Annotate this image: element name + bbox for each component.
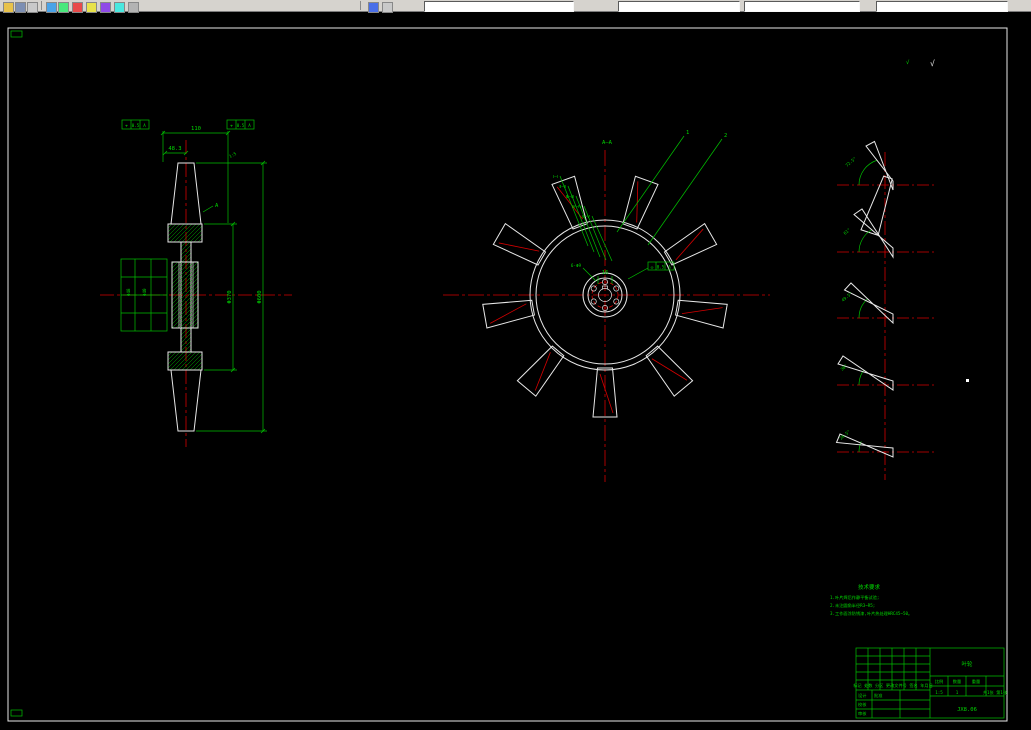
angle-label: 49.5°: [840, 291, 853, 303]
gdt-frame-left: ⌖ 0.5 A: [122, 120, 149, 129]
tech-req-note: 3.工作面涂防锈漆,叶片热处理HRC45~50。: [830, 610, 912, 617]
front-wheel-view: A—A: [443, 130, 770, 482]
dim-text: 110: [191, 126, 201, 132]
tech-req-note: 2.未注圆角半径R3~R5;: [830, 602, 875, 609]
balloon-label: 2: [724, 133, 727, 139]
revision-row-label: 标记 处数 分区 更改文件号 签名 年月日: [853, 682, 933, 689]
gdt-symbol: ◎: [651, 264, 654, 269]
gdt-value: 0.5: [657, 264, 665, 269]
dim-top-width: 48.3: [163, 146, 188, 155]
finish-check-icon: √: [930, 59, 935, 68]
top-toolbar: [0, 0, 1031, 12]
blade-detail-views: 72.5° 61° 49.5° 38° 26.5°: [837, 135, 938, 480]
section-arrow-label: A: [215, 203, 219, 209]
blade-detail-view: 49.5°: [837, 283, 937, 323]
hub-section: [172, 262, 198, 328]
blade-profile: [854, 209, 893, 257]
gdt-symbol: ⌖: [125, 123, 128, 128]
section-arrow: A: [203, 203, 219, 212]
part-name: 叶轮: [961, 660, 973, 668]
section-leader-fan: Ⅰ—Ⅰ Ⅱ—Ⅱ Ⅲ—Ⅲ Ⅳ—Ⅳ Ⅴ—Ⅴ: [553, 174, 612, 261]
layer-combo[interactable]: [424, 1, 574, 12]
angle-label: 26.5°: [838, 429, 851, 441]
technical-requirements: 技术要求 1.叶片焊后作静平衡试验; 2.未注圆角半径R3~R5; 3.工作面涂…: [830, 583, 912, 617]
drawing-number: JX8.06: [957, 707, 977, 713]
hub-dim-label: Φ40: [142, 288, 147, 296]
save-icon[interactable]: [15, 2, 26, 13]
undo-icon[interactable]: [46, 2, 57, 13]
gdt-symbol: ⌖: [230, 123, 233, 128]
dim-text: 16: [602, 270, 609, 276]
finish-mark-icon: √: [906, 59, 910, 66]
scale-value: 1:5: [935, 690, 943, 695]
gdt-frame-right: ⌖ 0.5 A: [227, 120, 254, 129]
scale-label: 比例: [935, 678, 943, 685]
dim-rim-dia: Φ370: [204, 222, 237, 372]
open-icon[interactable]: [3, 2, 14, 13]
tech-req-note: 1.叶片焊后作静平衡试验;: [830, 594, 879, 601]
color-combo[interactable]: [618, 1, 740, 12]
cursor-dot: [966, 379, 969, 382]
blade-detail-view: 26.5°: [837, 429, 938, 457]
section-title: A—A: [602, 140, 613, 146]
sheet-frame: [8, 28, 1007, 721]
plot-icon[interactable]: [72, 2, 83, 13]
tech-req-title: 技术要求: [858, 583, 881, 591]
field-label: 批准: [874, 692, 882, 699]
balloon-label: 1: [686, 130, 689, 136]
qty-value: 1: [956, 690, 959, 695]
frame-mark-bottom-left: [11, 710, 22, 716]
measure-icon[interactable]: [114, 2, 125, 13]
field-label: 审核: [858, 710, 867, 717]
pan-icon[interactable]: [382, 2, 393, 13]
gdt-value: 0.5: [132, 123, 140, 128]
note-text: 6-Φ9: [571, 263, 582, 268]
fan-label: Ⅲ—Ⅲ: [566, 194, 574, 199]
gdt-datum: A: [668, 264, 671, 269]
zoom-icon[interactable]: [368, 2, 379, 13]
surface-finish-marks: √ √: [906, 59, 935, 68]
fan-label: Ⅴ—Ⅴ: [582, 214, 590, 219]
frame-mark-top-left: [11, 31, 22, 37]
hub-bracket-detail: Φ48 Φ40: [121, 259, 167, 331]
redo-icon[interactable]: [58, 2, 69, 13]
fan-label: Ⅱ—Ⅱ: [559, 184, 566, 189]
fan-label: Ⅳ—Ⅳ: [572, 204, 582, 209]
weight-label: 重量: [972, 678, 980, 685]
hub-dim-label: Φ48: [126, 288, 131, 296]
field-label: 设计: [858, 692, 866, 699]
fan-label: Ⅰ—Ⅰ: [553, 174, 558, 179]
angle-label: 72.5°: [844, 156, 857, 168]
blade-detail-view: 38°: [837, 356, 937, 390]
dim-text: Φ370: [227, 290, 233, 303]
grid-icon[interactable]: [128, 2, 139, 13]
toolbar-separator: [360, 1, 361, 10]
left-section-view: Φ48 Φ40 ⌖ 0.5 A ⌖ 0.5 A 110: [100, 120, 292, 447]
blade-detail-view: 72.5°: [837, 135, 937, 240]
blade-detail-view: 61°: [837, 209, 937, 257]
properties-icon[interactable]: [100, 2, 111, 13]
angle-label: 61°: [842, 227, 851, 236]
taper-label: 1:5: [228, 151, 237, 159]
rim-section-top: [168, 224, 202, 242]
drawing-canvas[interactable]: √ √ Φ48 Φ40: [0, 11, 1031, 730]
print-icon[interactable]: [27, 2, 38, 13]
dim-text: 48.3: [168, 146, 181, 152]
field-label: 校核: [858, 701, 867, 708]
gdt-datum: A: [143, 123, 146, 128]
layers-icon[interactable]: [86, 2, 97, 13]
gdt-datum: A: [248, 123, 251, 128]
linetype-combo[interactable]: [744, 1, 860, 12]
dim-text: Φ600: [257, 290, 263, 303]
gdt-value: 0.5: [237, 123, 245, 128]
toolbar-separator: [41, 1, 42, 10]
qty-label: 数量: [953, 678, 961, 685]
title-block: 叶轮 JX8.06 比例 1:5 数量 1 重量 共1张 第1张 标记 处数 分…: [853, 648, 1008, 718]
lineweight-combo[interactable]: [876, 1, 1008, 12]
bolt-hole-note: 6-Φ9: [571, 263, 596, 281]
rim-section-bottom: [168, 352, 202, 370]
blade-profile: [845, 283, 894, 323]
blade-profile: [866, 142, 893, 191]
sheet-label: 共1张 第1张: [983, 689, 1008, 696]
